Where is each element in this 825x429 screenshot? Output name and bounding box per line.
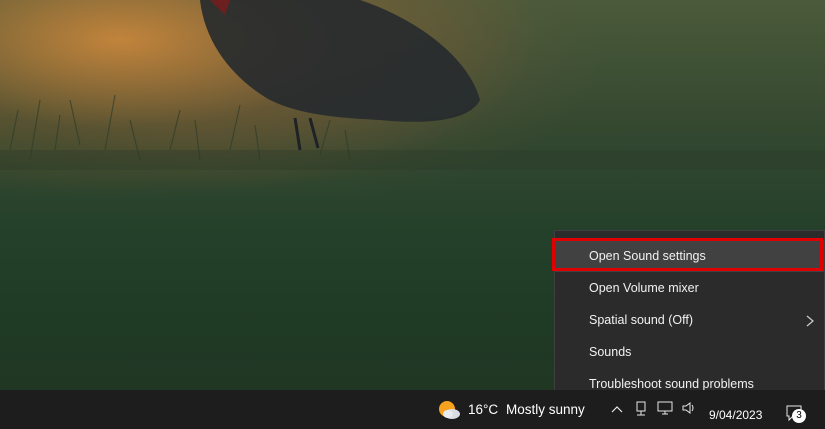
menu-item-label: Spatial sound (Off) [589, 313, 693, 327]
volume-icon[interactable] [681, 401, 697, 415]
menu-item-sounds[interactable]: Sounds [555, 336, 824, 368]
taskbar-date[interactable]: 9/04/2023 [709, 408, 762, 422]
notification-count-badge: 3 [792, 409, 806, 423]
menu-item-label: Sounds [589, 345, 632, 359]
taskbar [0, 390, 825, 429]
network-icon[interactable] [634, 400, 648, 416]
weather-temperature[interactable]: 16°C [468, 402, 498, 417]
menu-item-spatial-sound[interactable]: Spatial sound (Off) [555, 304, 824, 336]
chevron-up-icon[interactable] [611, 404, 623, 414]
sound-context-menu: Open Sound settings Open Volume mixer Sp… [554, 230, 825, 406]
menu-item-label: Open Sound settings [589, 249, 706, 263]
menu-item-open-volume-mixer[interactable]: Open Volume mixer [555, 272, 824, 304]
weather-condition[interactable]: Mostly sunny [506, 402, 585, 417]
display-icon[interactable] [657, 401, 673, 415]
menu-item-open-sound-settings[interactable]: Open Sound settings [555, 240, 824, 272]
partly-sunny-icon[interactable] [437, 399, 461, 421]
chevron-right-icon [806, 304, 814, 336]
menu-item-label: Troubleshoot sound problems [589, 377, 754, 391]
menu-item-label: Open Volume mixer [589, 281, 699, 295]
